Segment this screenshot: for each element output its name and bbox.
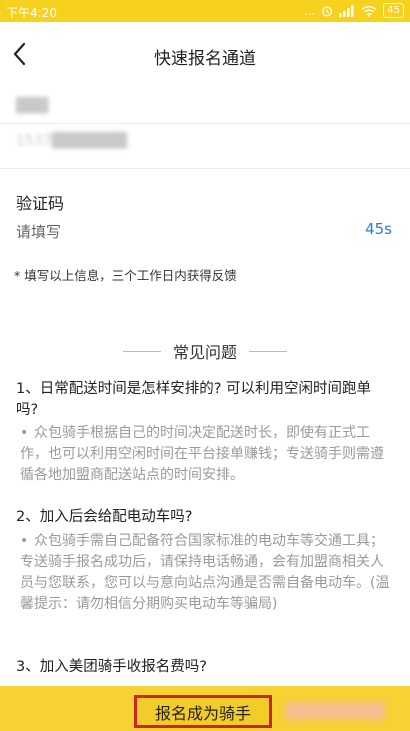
wifi-icon: [361, 5, 377, 17]
bullet-icon: •: [20, 425, 29, 441]
faq-question-3: 3、加入美团骑手收报名费吗?: [16, 659, 207, 675]
faq-answer-text: 众包骑手需自己配备符合国家标准的电动车等交通工具；专送骑手报名成功后，请保持电话…: [20, 533, 390, 612]
faq-question-1: 1、日常配送时间是怎样安排的? 可以利用空闲时间跑单吗?: [16, 381, 372, 418]
resend-countdown[interactable]: 45s: [365, 220, 392, 238]
status-icons: ... 45: [304, 3, 404, 18]
verification-code-label: 验证码: [16, 194, 65, 213]
faq-answer-2: • 众包骑手需自己配备符合国家标准的电动车等交通工具；专送骑手报名成功后，请保持电…: [20, 531, 392, 615]
nav-bar: 快速报名通道: [0, 22, 410, 86]
divider: [249, 350, 287, 352]
register-rider-label: 报名成为骑手: [154, 703, 251, 723]
name-field[interactable]: ███: [16, 95, 394, 125]
divider: [122, 350, 161, 352]
status-bar: 下午4:20 ... 45: [0, 0, 410, 22]
register-rider-button[interactable]: 报名成为骑手: [134, 695, 272, 728]
faq-header: 常见问题: [0, 340, 410, 362]
form-notice: * 填写以上信息，三个工作日内获得反馈: [14, 268, 237, 283]
divider: [0, 123, 410, 124]
verification-code-input[interactable]: [16, 218, 316, 246]
faq-title: 常见问题: [172, 343, 237, 362]
divider: [0, 168, 410, 169]
page-title: 快速报名通道: [154, 49, 256, 69]
redacted-region: [285, 702, 385, 720]
faq-answer-1: • 众包骑手根据自己的时间决定配送时长，即使有正式工作，也可以利用空闲时间在平台接…: [20, 423, 392, 486]
name-value: ███: [16, 98, 49, 114]
bullet-icon: •: [20, 533, 29, 549]
phone-field[interactable]: 1537███████: [16, 130, 394, 160]
more-dots-icon: ...: [303, 3, 316, 18]
signal-icon: [339, 4, 354, 17]
faq-answer-text: 众包骑手根据自己的时间决定配送时长，即使有正式工作，也可以利用空闲时间在平台接单…: [20, 425, 384, 483]
phone-value: 1537███████: [16, 133, 127, 149]
alarm-icon: [322, 6, 333, 16]
faq-question-2: 2、加入后会给配电动车吗?: [16, 509, 193, 525]
battery-icon: 45: [383, 3, 404, 18]
status-time: 下午4:20: [6, 6, 57, 20]
